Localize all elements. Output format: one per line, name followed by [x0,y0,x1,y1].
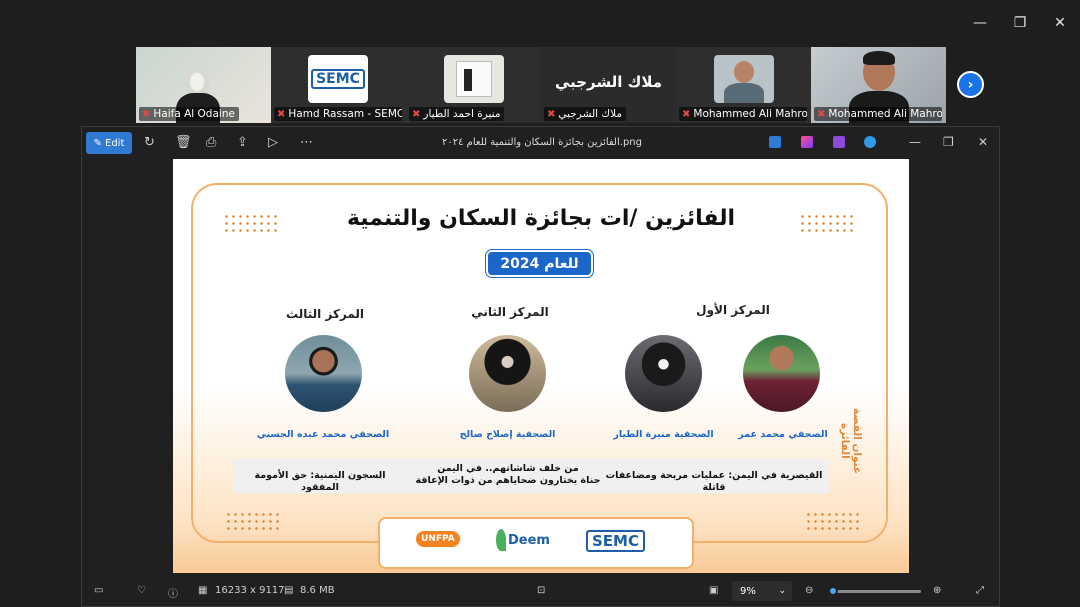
next-participants-button[interactable]: › [957,71,984,98]
zoom-in-icon[interactable]: ⊕ [933,585,941,596]
poster-image: الفائزين /ات بجائزة السكان والتنمية للعا… [173,159,909,573]
decor-dots [805,511,861,533]
mic-muted-icon: ✖ [142,108,151,120]
viewer-close-button[interactable]: ✕ [978,135,988,149]
participant-name: Mohammed Ali Mahro... [693,108,807,120]
print-icon[interactable]: ⎙ [206,135,216,150]
participant-name: ملاك الشرجبي [558,108,622,120]
chevron-right-icon: › [967,76,974,93]
mic-muted-icon: ✖ [412,108,421,120]
edit-icon: ✎ [93,137,102,149]
more-icon[interactable]: ⋯ [300,135,313,150]
poster-title: الفائزين /ات بجائزة السكان والتنمية [346,206,736,231]
clipchamp-icon[interactable] [833,136,845,148]
participant-tile[interactable]: ملاك الشرجبي ✖ ملاك الشرجبي [541,47,676,123]
first-place-label: المركز الأول [696,303,770,317]
participant-display-name: ملاك الشرجبي [554,73,663,91]
file-size: 8.6 MB [300,585,335,596]
actual-size-icon[interactable]: ▣ [709,585,718,596]
rotate-icon[interactable]: ↻ [144,135,155,150]
decor-dots [225,511,281,533]
zoom-out-icon[interactable]: ⊖ [805,585,813,596]
zoom-slider-handle[interactable] [828,586,838,596]
winner-caption: الصحفي محمد عبده الحسني [256,429,390,440]
semc-logo: SEMC [311,69,365,89]
participant-strip: ✖ Haifa Al Odaine SEMC ✖ Hamd Rassam - SEM… [136,47,946,123]
participant-tile[interactable]: ✖ Mohammed Ali Mahro... [676,47,811,123]
participant-name: Haifa Al Odaine [153,108,235,120]
deem-leaf-icon [496,529,506,551]
slideshow-icon[interactable]: ▷ [268,135,278,150]
onedrive-icon[interactable] [864,136,876,148]
winner-photo [285,335,362,412]
fullscreen-icon[interactable]: ⤢ [976,585,984,596]
winner-caption: الصحفية منيرة الطيار [613,429,714,440]
deem-logo: Deem [508,533,550,548]
copilot-icon[interactable] [801,136,813,148]
winner-photo [743,335,820,412]
participant-tile[interactable]: ✖ Mohammed Ali Mahro... [811,47,946,123]
winner-caption: الصحفي محمد عمر [738,429,828,440]
story-title: السجون اليمنية: حق الأمومة المفقود [254,470,386,493]
photo-viewer-window: ✎ Edit ↻ 🗑 ⎙ ⇪ ▷ ⋯ الفائزين بجائزة السكان… [81,126,1000,607]
delete-icon[interactable]: 🗑 [175,135,192,150]
winner-photo [625,335,702,412]
unfpa-logo: UNFPA [416,531,460,547]
edit-button[interactable]: ✎ Edit [86,132,132,154]
participant-tile[interactable]: SEMC ✖ Hamd Rassam - SEMC [271,47,406,123]
semc-logo: SEMC [586,530,645,552]
viewer-toolbar: ✎ Edit ↻ 🗑 ⎙ ⇪ ▷ ⋯ الفائزين بجائزة السكان… [82,127,999,159]
sponsor-logos: SEMC Deem UNFPA [378,517,694,569]
file-title: الفائزين بجائزة السكان والتنمية للعام ٢٠… [442,137,642,148]
filmstrip-icon[interactable]: ▭ [94,585,103,596]
vertical-label: عنوان القصة الفائزة [839,407,863,475]
participant-name: Mohammed Ali Mahro... [828,108,942,120]
story-title-line1: من خلف شاشاتهم.. في اليمن [437,463,579,474]
window-controls: — ❐ ✕ [960,10,1080,36]
screen: — ❐ ✕ ✖ Haifa Al Odaine SEMC ✖ Hamd Rassam… [0,0,1080,607]
third-place-label: المركز الثالث [286,307,364,321]
restore-button[interactable]: ❐ [1000,10,1040,36]
year-badge: للعام 2024 [485,249,594,278]
viewer-statusbar: ▭ ♡ ⓘ ▦ 16233 x 9117 ▤ 8.6 MB ⊡ ▣ 9% ⌄ ⊖ … [82,576,999,606]
second-place-label: المركز الثاني [471,305,549,319]
favorite-icon[interactable]: ♡ [137,585,146,596]
story-title: القيصرية في اليمن: عمليات مربحة ومضاعفات… [605,470,823,493]
mic-muted-icon: ✖ [682,108,691,120]
filesize-icon: ▤ [284,585,294,596]
minimize-button[interactable]: — [960,10,1000,36]
mic-muted-icon: ✖ [547,108,556,120]
dimensions-icon: ▦ [198,585,208,596]
story-title-line2: جناة يختارون ضحاياهم من ذوات الإعاقة [415,475,601,486]
participant-name: Hamd Rassam - SEMC [288,108,402,120]
share-icon[interactable]: ⇪ [237,135,248,150]
zoom-slider[interactable] [828,586,921,596]
chevron-down-icon: ⌄ [778,586,786,596]
image-dimensions: 16233 x 9117 [215,585,285,596]
fit-screen-icon[interactable]: ⊡ [537,585,545,596]
participant-tile[interactable]: ✖ Haifa Al Odaine [136,47,271,123]
viewer-minimize-button[interactable]: — [909,135,921,149]
info-icon[interactable]: ⓘ [168,585,178,600]
viewer-restore-button[interactable]: ❐ [943,135,954,149]
winner-photo [469,335,546,412]
zoom-select[interactable]: 9% ⌄ [732,581,792,601]
participant-tile-active[interactable]: ✖ منيرة احمد الطيار [406,47,541,123]
mic-muted-icon: ✖ [277,108,286,120]
mic-muted-icon: ✖ [817,108,826,120]
close-button[interactable]: ✕ [1040,10,1080,36]
winner-caption: الصحفية إصلاح صالح [459,429,556,440]
participant-name: منيرة احمد الطيار [423,108,501,120]
editor-app-icon[interactable] [769,136,781,148]
